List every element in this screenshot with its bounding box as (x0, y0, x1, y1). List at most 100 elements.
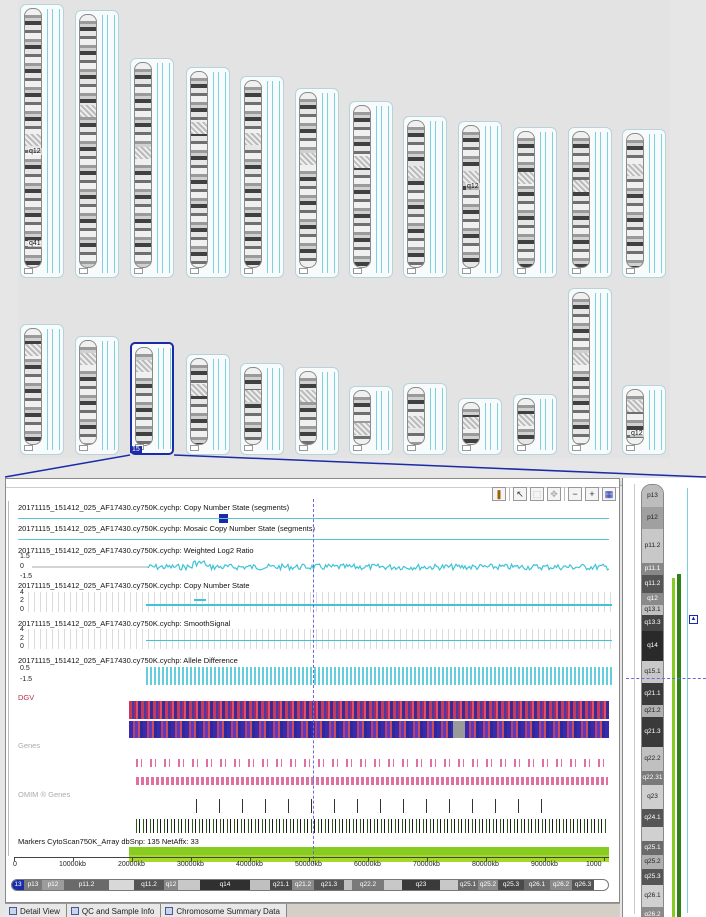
chromosome-card-chrX[interactable] (568, 288, 612, 455)
chromosome-band[interactable]: q15.1 (642, 661, 663, 683)
chromosome-card-chr1[interactable] (20, 4, 64, 278)
chromosome-band[interactable]: q21.3 (642, 717, 663, 747)
ideogram-band[interactable] (384, 880, 402, 890)
x-tick-label: 10000kb (59, 861, 86, 868)
chromosome-card-chr2[interactable] (75, 10, 119, 278)
segment-marker-icon[interactable]: ▲ (689, 615, 698, 624)
pointer-tool-icon[interactable]: ↖ (513, 487, 527, 501)
ideogram-band[interactable]: p13 (24, 880, 42, 890)
chromosome-card-chr10[interactable] (513, 127, 557, 278)
ideogram-band[interactable]: q25.3 (498, 880, 524, 890)
chromosome-band[interactable]: q21.1 (642, 683, 663, 705)
vertical-scrollbar[interactable] (8, 501, 14, 856)
ideogram-band[interactable]: q22.2 (352, 880, 384, 890)
chromosome-select-box[interactable] (190, 268, 199, 274)
zoom-select-icon[interactable]: ⬚ (530, 487, 544, 501)
chromosome-select-box[interactable] (407, 268, 416, 274)
chromosome-card-chr13[interactable] (20, 324, 64, 455)
chromosome-select-box[interactable] (244, 268, 253, 274)
fit-view-icon[interactable]: ▦ (602, 487, 616, 501)
ideogram-band[interactable]: q14 (200, 880, 250, 890)
ideogram-band[interactable] (178, 880, 200, 890)
ideogram-band[interactable]: q21.3 (314, 880, 344, 890)
chromosome-band[interactable]: p11.2 (642, 529, 663, 563)
ideogram-band[interactable]: q23 (402, 880, 440, 890)
chromosome-card-chr14[interactable] (75, 336, 119, 455)
pan-icon[interactable]: ✥ (547, 487, 561, 501)
tab-chromosome-summary[interactable]: Chromosome Summary Data (161, 904, 287, 917)
chromosome-band[interactable]: q26.2 (642, 907, 663, 916)
chromosome-15-ideogram[interactable]: p13 p12 p11.2 p11.1 q11.2 q12 q13.1 q13.3 q14 q15… (641, 484, 664, 917)
chromosome-band[interactable]: q25.2 (642, 855, 663, 869)
ideogram-band[interactable]: q21.2 (292, 880, 314, 890)
chromosome-ideogram (626, 133, 644, 268)
chromosome-ideogram (190, 358, 208, 445)
chromosome-select-box[interactable] (24, 268, 33, 274)
tab-qc-sample-info[interactable]: QC and Sample Info (66, 904, 162, 917)
chromosome-select-box[interactable] (353, 268, 362, 274)
chromosome-band[interactable]: q26.1 (642, 885, 663, 907)
chromosome-band[interactable]: q25.1 (642, 841, 663, 855)
chromosome-band[interactable]: q14 (642, 631, 663, 661)
right-scrollbar[interactable] (625, 484, 635, 914)
chromosome-card-chr11[interactable] (568, 127, 612, 278)
chromosome-band[interactable]: q25.3 (642, 869, 663, 885)
genes-title: Genes (18, 741, 41, 750)
ideogram-band[interactable]: q12 (164, 880, 178, 890)
chromosome-ideogram (79, 340, 97, 445)
chromosome-card-chr6[interactable] (295, 88, 339, 278)
chromosome-band[interactable]: q22.2 (642, 747, 663, 771)
ideogram-band[interactable] (440, 880, 458, 890)
ideogram-band[interactable]: q25.2 (478, 880, 498, 890)
chromosome-ideogram (462, 402, 480, 445)
chromosome-select-box[interactable] (517, 268, 526, 274)
ideogram-band[interactable]: p11.2 (64, 880, 109, 890)
tab-detail-view[interactable]: Detail View (5, 904, 67, 917)
ideogram-band[interactable]: p12 (42, 880, 64, 890)
chromosome-ideogram-strip[interactable]: 13 p13 p12 p11.2 q11.2 q12 q14 q21.1 q21.2 q21.3 q… (11, 879, 609, 891)
ideogram-band[interactable] (109, 880, 134, 890)
ideogram-band[interactable] (250, 880, 270, 890)
x-axis-line (14, 857, 609, 858)
ideogram-band[interactable]: q26.3 (572, 880, 594, 890)
ideogram-band[interactable]: q25.1 (458, 880, 478, 890)
chromosome-band[interactable]: q12 (642, 593, 663, 605)
chromosome-band[interactable]: q13.1 (642, 605, 663, 615)
export-icon[interactable]: ❚ (492, 487, 506, 501)
ideogram-band[interactable]: q26.1 (524, 880, 550, 890)
chromosome-select-box[interactable] (462, 268, 471, 274)
chromosome-band[interactable]: q11.2 (642, 575, 663, 593)
chromosome-card-chr12[interactable] (622, 129, 666, 278)
zoom-in-icon[interactable]: + (585, 487, 599, 501)
chromosome-card-chr15[interactable] (130, 342, 174, 455)
chromosome-band[interactable]: p12 (642, 507, 663, 529)
chromosome-band[interactable]: p13 (642, 485, 663, 507)
chromosome-ideogram (572, 292, 590, 445)
chromosome-card-chr9[interactable] (458, 121, 502, 278)
chromosome-band[interactable]: q23 (642, 785, 663, 809)
chromosome-band[interactable]: q24.1 (642, 809, 663, 827)
chromosome-band[interactable]: q22.31 (642, 771, 663, 785)
chromosome-band[interactable]: q21.2 (642, 705, 663, 717)
chromosome-band[interactable]: p11.1 (642, 563, 663, 575)
ideogram-band[interactable]: q26.2 (550, 880, 572, 890)
chromosome-select-box[interactable] (299, 268, 308, 274)
position-cursor[interactable] (313, 499, 314, 864)
chromosome-card-chr3[interactable] (130, 58, 174, 278)
x-tick-label: 1000 (586, 861, 602, 868)
ideogram-band[interactable]: q11.2 (134, 880, 164, 890)
chromosome-select-box[interactable] (572, 268, 581, 274)
ideogram-band[interactable]: q21.1 (270, 880, 292, 890)
chromosome-card-chr4[interactable] (186, 67, 230, 278)
chromosome-band[interactable] (642, 827, 663, 841)
chromosome-card-chr5[interactable] (240, 76, 284, 278)
chromosome-card-chr7[interactable] (349, 101, 393, 278)
chromosome-select-box[interactable] (134, 268, 143, 274)
ideogram-band[interactable] (344, 880, 352, 890)
chromosome-select-box[interactable] (626, 268, 635, 274)
ideogram-band[interactable]: 13 (12, 880, 24, 890)
chromosome-band[interactable]: q13.3 (642, 615, 663, 631)
chromosome-card-chr8[interactable] (403, 116, 447, 278)
chromosome-select-box[interactable] (79, 268, 88, 274)
zoom-out-icon[interactable]: − (568, 487, 582, 501)
